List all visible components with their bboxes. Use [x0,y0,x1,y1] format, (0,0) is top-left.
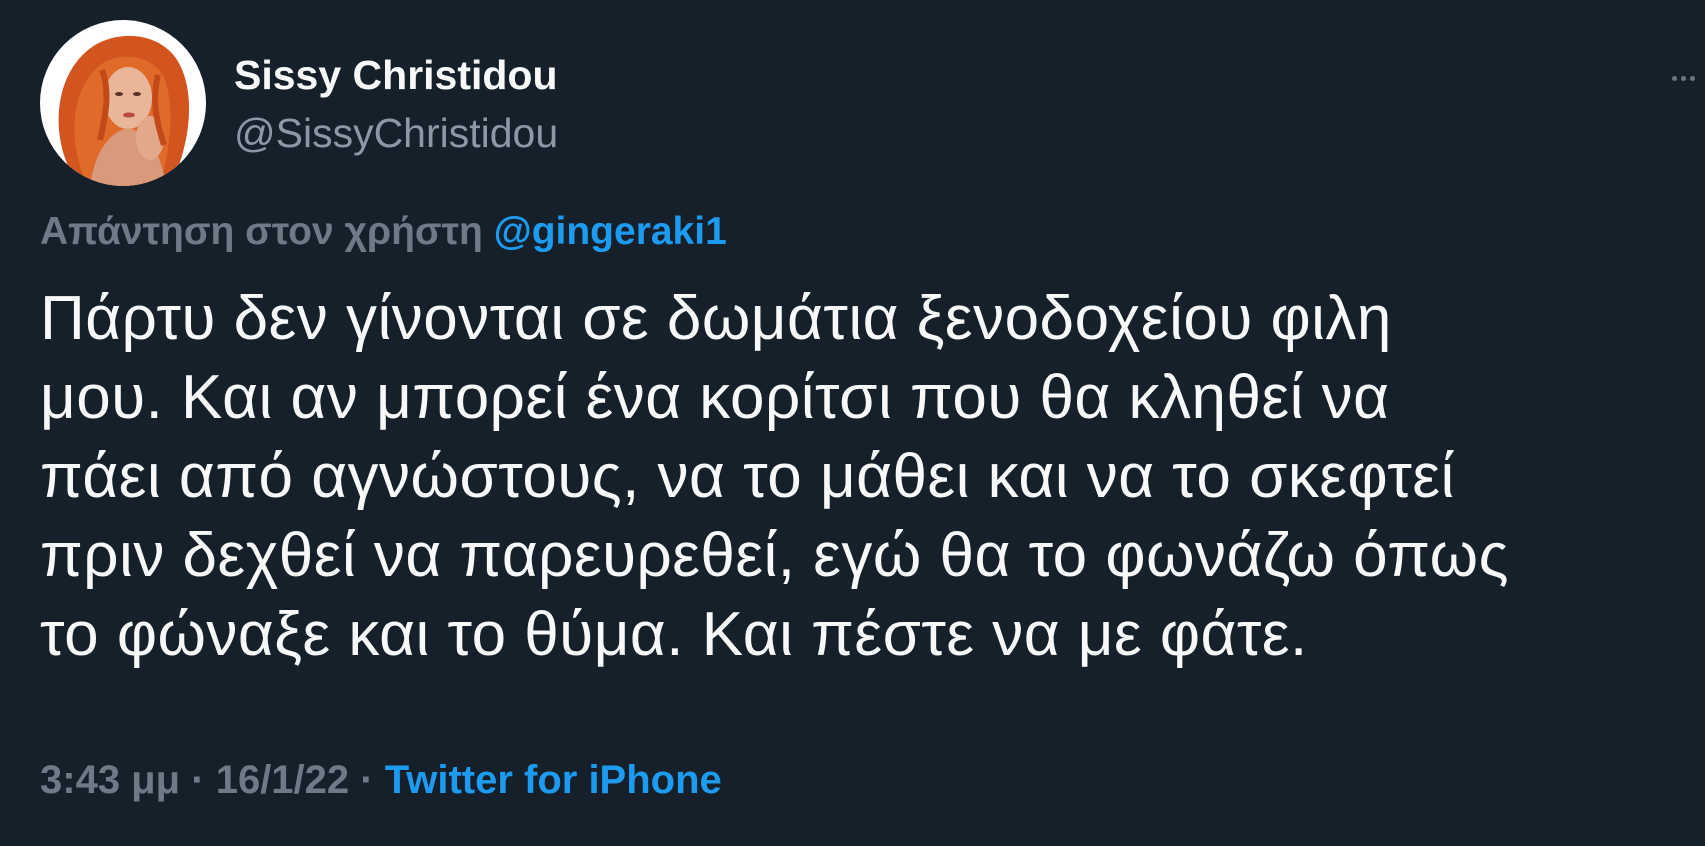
more-options-button[interactable] [1665,60,1701,96]
author-name[interactable]: Sissy Christidou [234,52,558,99]
tweet-date[interactable]: 16/1/22 [216,758,349,802]
tweet-time[interactable]: 3:43 μμ [40,758,180,802]
profile-photo-icon [40,20,206,186]
reply-context: Απάντηση στον χρήστη @gingeraki1 [40,210,727,254]
tweet-source-link[interactable]: Twitter for iPhone [385,758,722,802]
meta-separator: · [360,758,374,802]
tweet-text-line: το φώναξε και το θύμα. Και πέστε να με φ… [40,600,1308,669]
tweet-text-line: Πάρτυ δεν γίνονται σε δωμάτια ξενοδοχείο… [40,284,1392,353]
avatar[interactable] [40,20,206,186]
tweet-text-line: μου. Και αν μπορεί ένα κορίτσι που θα κλ… [40,363,1390,432]
more-horizontal-icon [1670,75,1697,81]
tweet-text: Πάρτυ δεν γίνονται σε δωμάτια ξενοδοχείο… [40,279,1690,674]
tweet-text-line: πάει από αγνώστους, να το μάθει και να τ… [40,442,1455,511]
tweet-metadata: 3:43 μμ · 16/1/22 · Twitter for iPhone [40,758,722,803]
tweet-card: Sissy Christidou @SissyChristidou Απάντη… [0,0,1705,846]
reply-mention-link[interactable]: @gingeraki1 [494,210,727,253]
tweet-text-line: πριν δεχθεί να παρευρεθεί, εγώ θα το φων… [40,521,1509,590]
reply-prefix: Απάντηση στον χρήστη [40,210,483,253]
author-handle[interactable]: @SissyChristidou [234,110,558,157]
meta-separator: · [191,758,205,802]
